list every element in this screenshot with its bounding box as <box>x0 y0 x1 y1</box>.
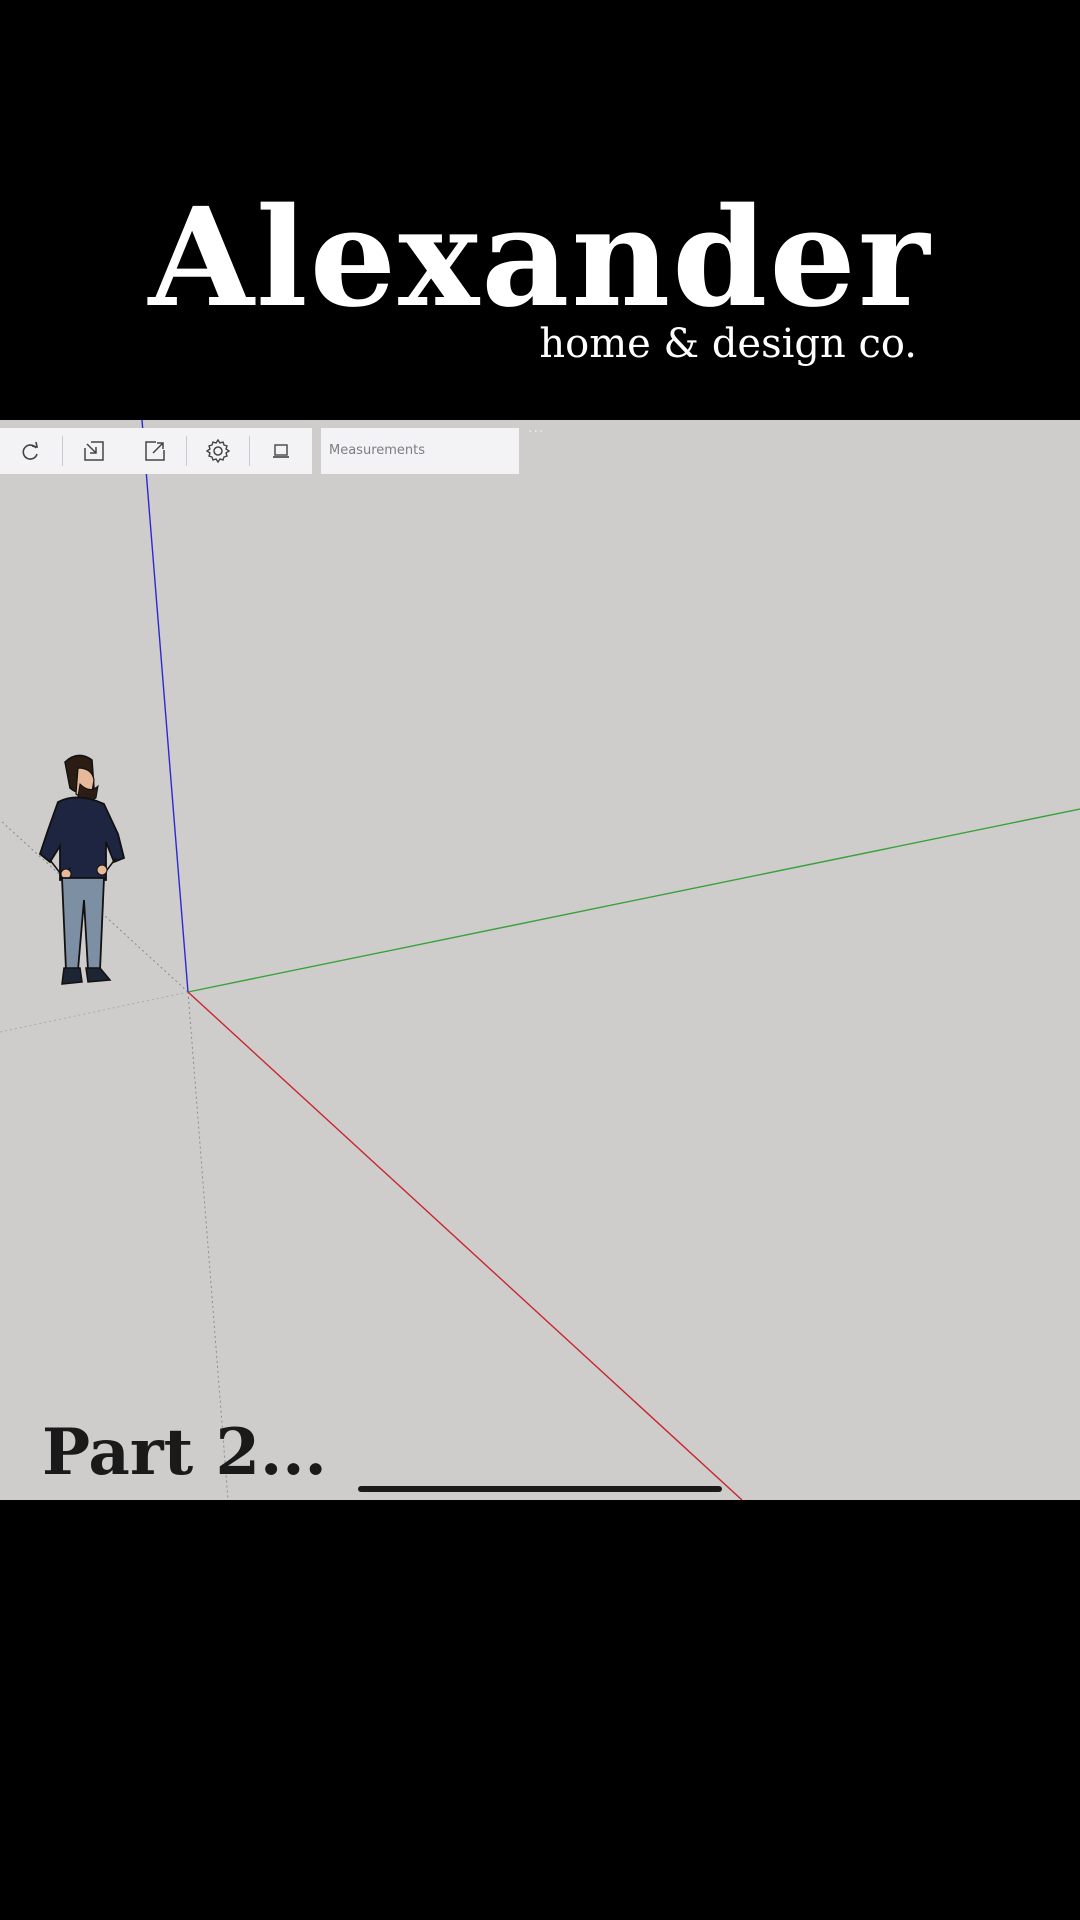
redo-button[interactable] <box>0 428 62 474</box>
measurements-box[interactable]: Measurements <box>321 428 519 474</box>
laptop-icon <box>273 444 290 458</box>
brand-header: Alexander home & design co. <box>0 0 1080 420</box>
redo-icon <box>22 441 38 460</box>
more-options-handle[interactable]: ... <box>528 420 544 436</box>
negative-green-axis <box>0 991 189 1033</box>
brand-tagline: home & design co. <box>539 321 917 367</box>
green-axis <box>187 808 1080 993</box>
part-caption: Part 2... <box>42 1415 327 1490</box>
export-icon <box>145 441 166 461</box>
gear-icon <box>206 438 231 464</box>
axes-overlay <box>0 420 1080 1500</box>
toolbar <box>0 428 312 474</box>
brand-name: Alexander <box>148 178 932 338</box>
sketchup-viewport[interactable]: Measurements ... <box>0 420 1080 1500</box>
blue-axis <box>141 420 189 993</box>
import-button[interactable] <box>63 428 125 474</box>
export-button[interactable] <box>125 428 187 474</box>
scale-figure-person <box>38 754 126 985</box>
caption-underline <box>358 1486 722 1492</box>
import-icon <box>83 441 104 461</box>
settings-button[interactable] <box>187 428 249 474</box>
scene-button[interactable] <box>250 428 312 474</box>
